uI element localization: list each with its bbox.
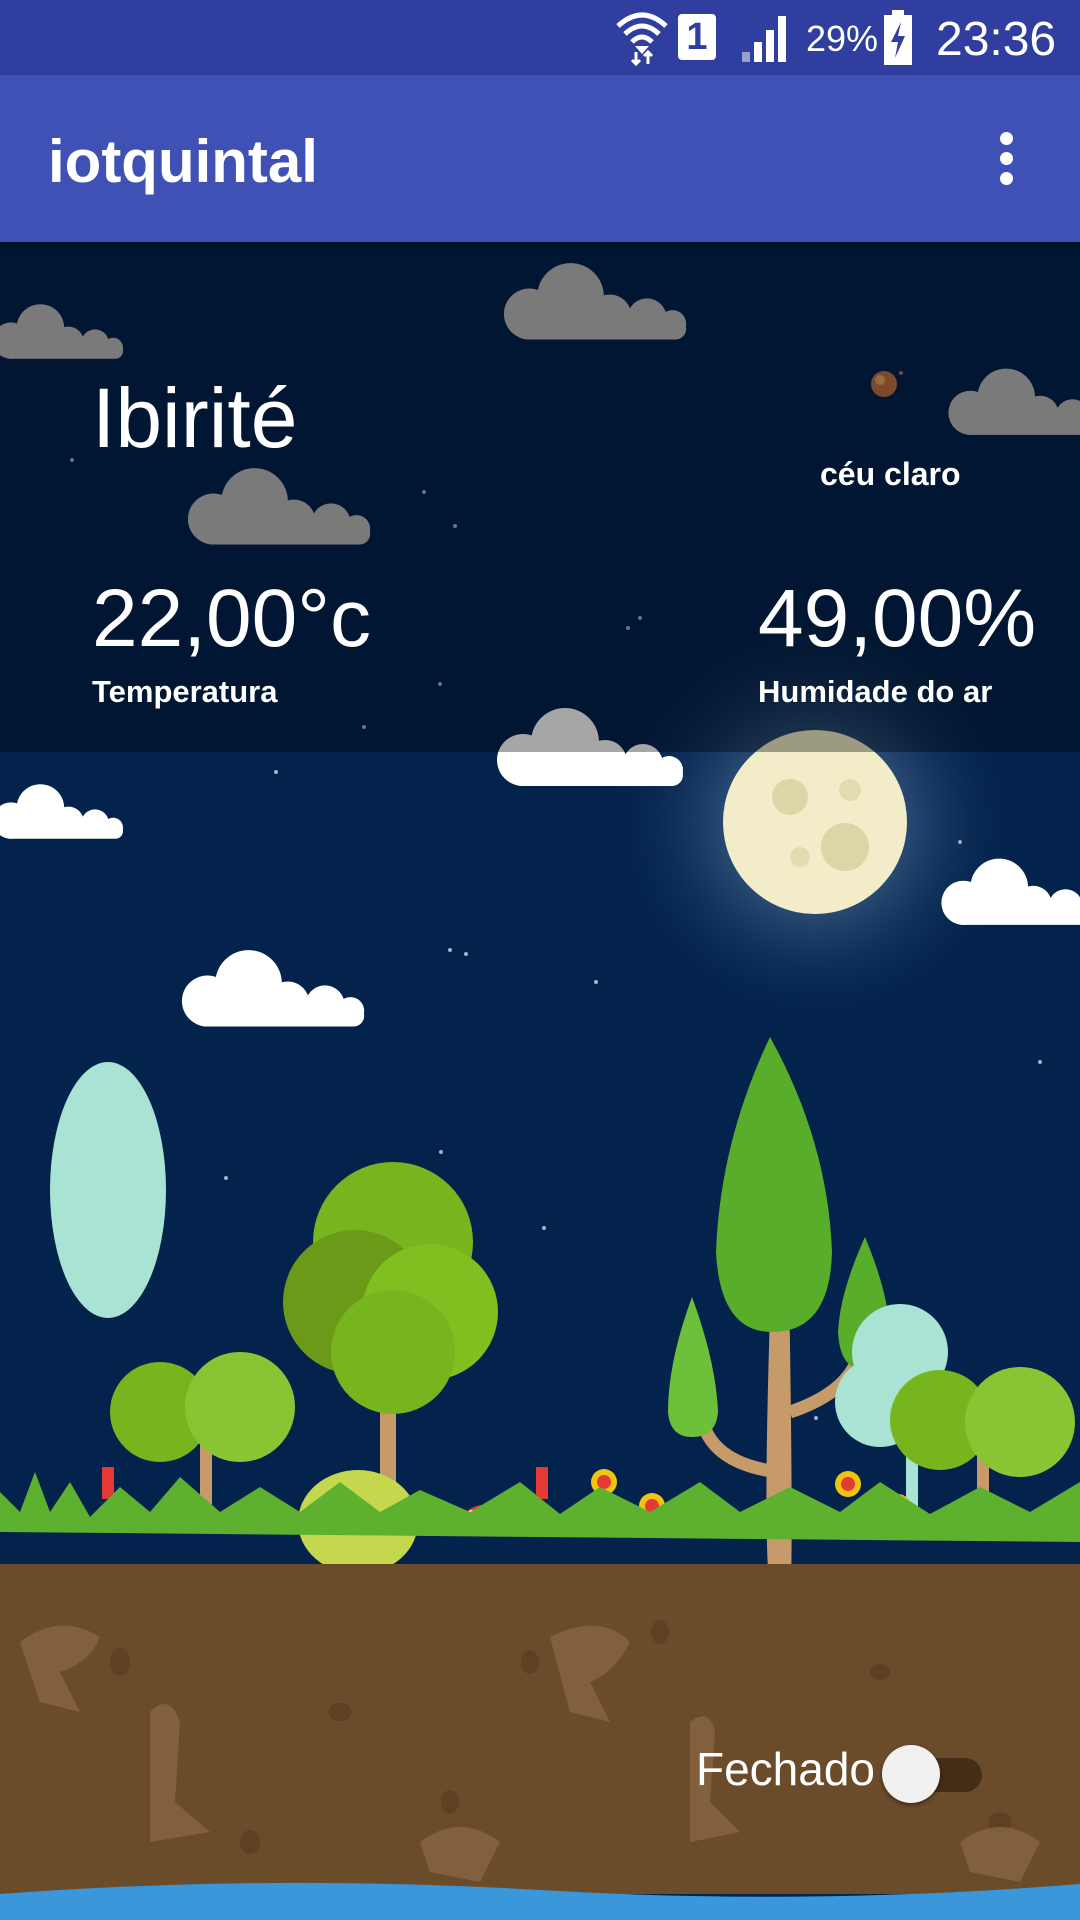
humidity-value: 49,00% <box>758 573 1037 664</box>
app-bar: iotquintal <box>0 75 1080 242</box>
sim-icon: 1 <box>678 14 716 60</box>
weather-condition-icon <box>871 371 903 397</box>
humidity-label: Humidade do ar <box>758 674 993 709</box>
app-title: iotquintal <box>48 128 318 195</box>
battery-charging-icon <box>884 10 912 65</box>
clock: 23:36 <box>936 13 1057 66</box>
city-name: Ibirité <box>92 371 298 465</box>
switch-thumb[interactable] <box>882 1745 940 1803</box>
status-bar: 1 29% 23:36 <box>0 0 1080 75</box>
overflow-menu-icon[interactable] <box>980 127 1036 189</box>
temperature-label: Temperatura <box>92 674 278 709</box>
gate-toggle-switch[interactable] <box>882 1745 984 1803</box>
battery-percent: 29% <box>806 18 879 59</box>
sim-slot-number: 1 <box>686 16 708 58</box>
wifi-icon <box>616 12 668 66</box>
weather-panel: Ibirité céu claro 22,00°c Temperatura 49… <box>0 242 1080 752</box>
weather-description: céu claro <box>820 456 961 492</box>
signal-icon <box>742 16 786 62</box>
temperature-value: 22,00°c <box>92 573 371 664</box>
gate-status-label: Fechado <box>696 1743 876 1795</box>
